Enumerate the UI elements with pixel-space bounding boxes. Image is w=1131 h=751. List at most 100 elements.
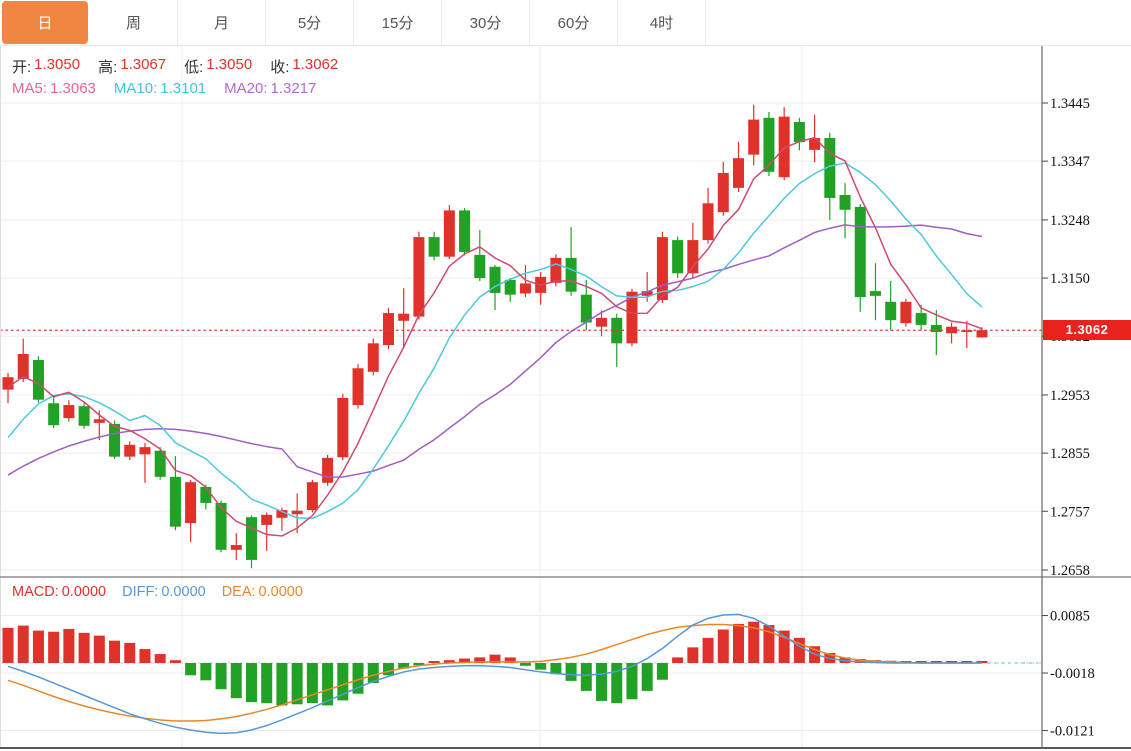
candle-body <box>520 283 531 293</box>
macd-bar <box>429 661 440 663</box>
price-tick-label: 1.3150 <box>1050 271 1090 287</box>
tab-5分[interactable]: 5分 <box>266 0 354 45</box>
candle-body <box>337 398 348 457</box>
macd-bar <box>566 663 577 681</box>
diff-value: 0.0000 <box>161 584 205 600</box>
candle-body <box>18 354 29 379</box>
macd-bar <box>626 663 637 699</box>
macd-bar <box>672 657 683 663</box>
candle-body <box>368 343 379 371</box>
candle-body <box>459 210 470 252</box>
candle-body <box>748 120 759 155</box>
macd-tick-label: 0.0085 <box>1050 609 1090 625</box>
macd-bar <box>611 663 622 703</box>
macd-bar <box>261 663 272 703</box>
macd-bar <box>733 624 744 663</box>
dea-label: DEA: <box>222 584 256 600</box>
candle-body <box>885 302 896 320</box>
low-value: 1.3050 <box>206 56 252 77</box>
candle-body <box>322 458 333 483</box>
macd-bar <box>200 663 211 680</box>
chart-layers <box>0 45 1042 748</box>
candle-body <box>216 503 227 550</box>
price-axis-labels: 1.34451.33471.32481.31501.30521.29531.28… <box>1042 96 1095 740</box>
macd-bar <box>581 663 592 691</box>
macd-bar <box>246 663 257 702</box>
candle-body <box>246 517 257 560</box>
macd-bar <box>48 632 59 663</box>
candle-body <box>687 240 698 273</box>
tab-60分[interactable]: 60分 <box>530 0 618 45</box>
tab-15分[interactable]: 15分 <box>354 0 442 45</box>
candle-body <box>733 158 744 188</box>
candle-body <box>977 330 988 337</box>
candle-body <box>855 207 866 297</box>
ma10-value: 1.3101 <box>160 80 206 97</box>
macd-bar <box>520 663 531 666</box>
macd-bar <box>124 643 135 663</box>
macd-bar <box>231 663 242 698</box>
price-tick-label: 1.3248 <box>1050 213 1090 229</box>
macd-bar <box>94 636 105 663</box>
tab-日[interactable]: 日 <box>2 1 88 44</box>
close-label: 收: <box>270 56 289 77</box>
candle-body <box>809 138 820 150</box>
candle-body <box>505 280 516 295</box>
candle-body <box>33 360 44 400</box>
tab-月[interactable]: 月 <box>178 0 266 45</box>
candle-body <box>63 405 74 418</box>
candle-body <box>718 173 729 212</box>
candle-body <box>3 377 14 389</box>
candle-body <box>566 258 577 292</box>
tab-30分[interactable]: 30分 <box>442 0 530 45</box>
macd-histogram <box>3 622 988 706</box>
macd-bar <box>109 641 120 663</box>
candle-body <box>170 477 181 527</box>
candle-body <box>79 406 90 426</box>
candle-body <box>94 419 105 423</box>
macd-bar <box>79 633 90 663</box>
candle-body <box>900 302 911 323</box>
macd-bar <box>18 626 29 663</box>
candle-body <box>931 325 942 332</box>
candle-body <box>307 482 318 510</box>
macd-bar <box>216 663 227 689</box>
ma20-label: MA20: <box>224 80 267 97</box>
ma20-line <box>8 225 982 477</box>
candle-body <box>474 255 485 278</box>
macd-bar <box>276 663 287 705</box>
candle-body <box>763 118 774 172</box>
price-tick-label: 1.2757 <box>1050 504 1090 520</box>
current-price-badge: 1.3062 <box>1043 320 1131 340</box>
candle-body <box>48 403 59 425</box>
candle-body <box>124 445 135 457</box>
candle-body <box>444 210 455 256</box>
candle-body <box>261 515 272 525</box>
candle-body <box>398 314 409 321</box>
tab-4时[interactable]: 4时 <box>618 0 706 45</box>
tab-周[interactable]: 周 <box>90 0 178 45</box>
candlestick-macd-chart[interactable]: 1.34451.33471.32481.31501.30521.29531.28… <box>0 0 1131 751</box>
candle-body <box>383 313 394 345</box>
high-label: 高: <box>98 56 117 77</box>
price-tick-label: 1.2953 <box>1050 388 1090 404</box>
ma10-line <box>8 163 982 518</box>
candle-body <box>231 545 242 550</box>
macd-bar <box>185 663 196 675</box>
macd-label: MACD: <box>12 584 59 600</box>
price-tick-label: 1.2658 <box>1050 563 1090 579</box>
macd-bar <box>3 628 14 663</box>
low-label: 低: <box>184 56 203 77</box>
diff-label: DIFF: <box>122 584 158 600</box>
macd-bar <box>718 630 729 663</box>
macd-bar <box>307 663 318 703</box>
candle-body <box>109 424 120 457</box>
price-tick-label: 1.3347 <box>1050 154 1090 170</box>
macd-bar <box>703 638 714 663</box>
macd-bar <box>170 660 181 663</box>
candle-body <box>794 122 805 142</box>
candle-body <box>916 313 927 325</box>
timeframe-tabbar: 日周月5分15分30分60分4时 <box>0 0 1131 46</box>
open-value: 1.3050 <box>34 56 80 77</box>
candle-body <box>185 482 196 523</box>
